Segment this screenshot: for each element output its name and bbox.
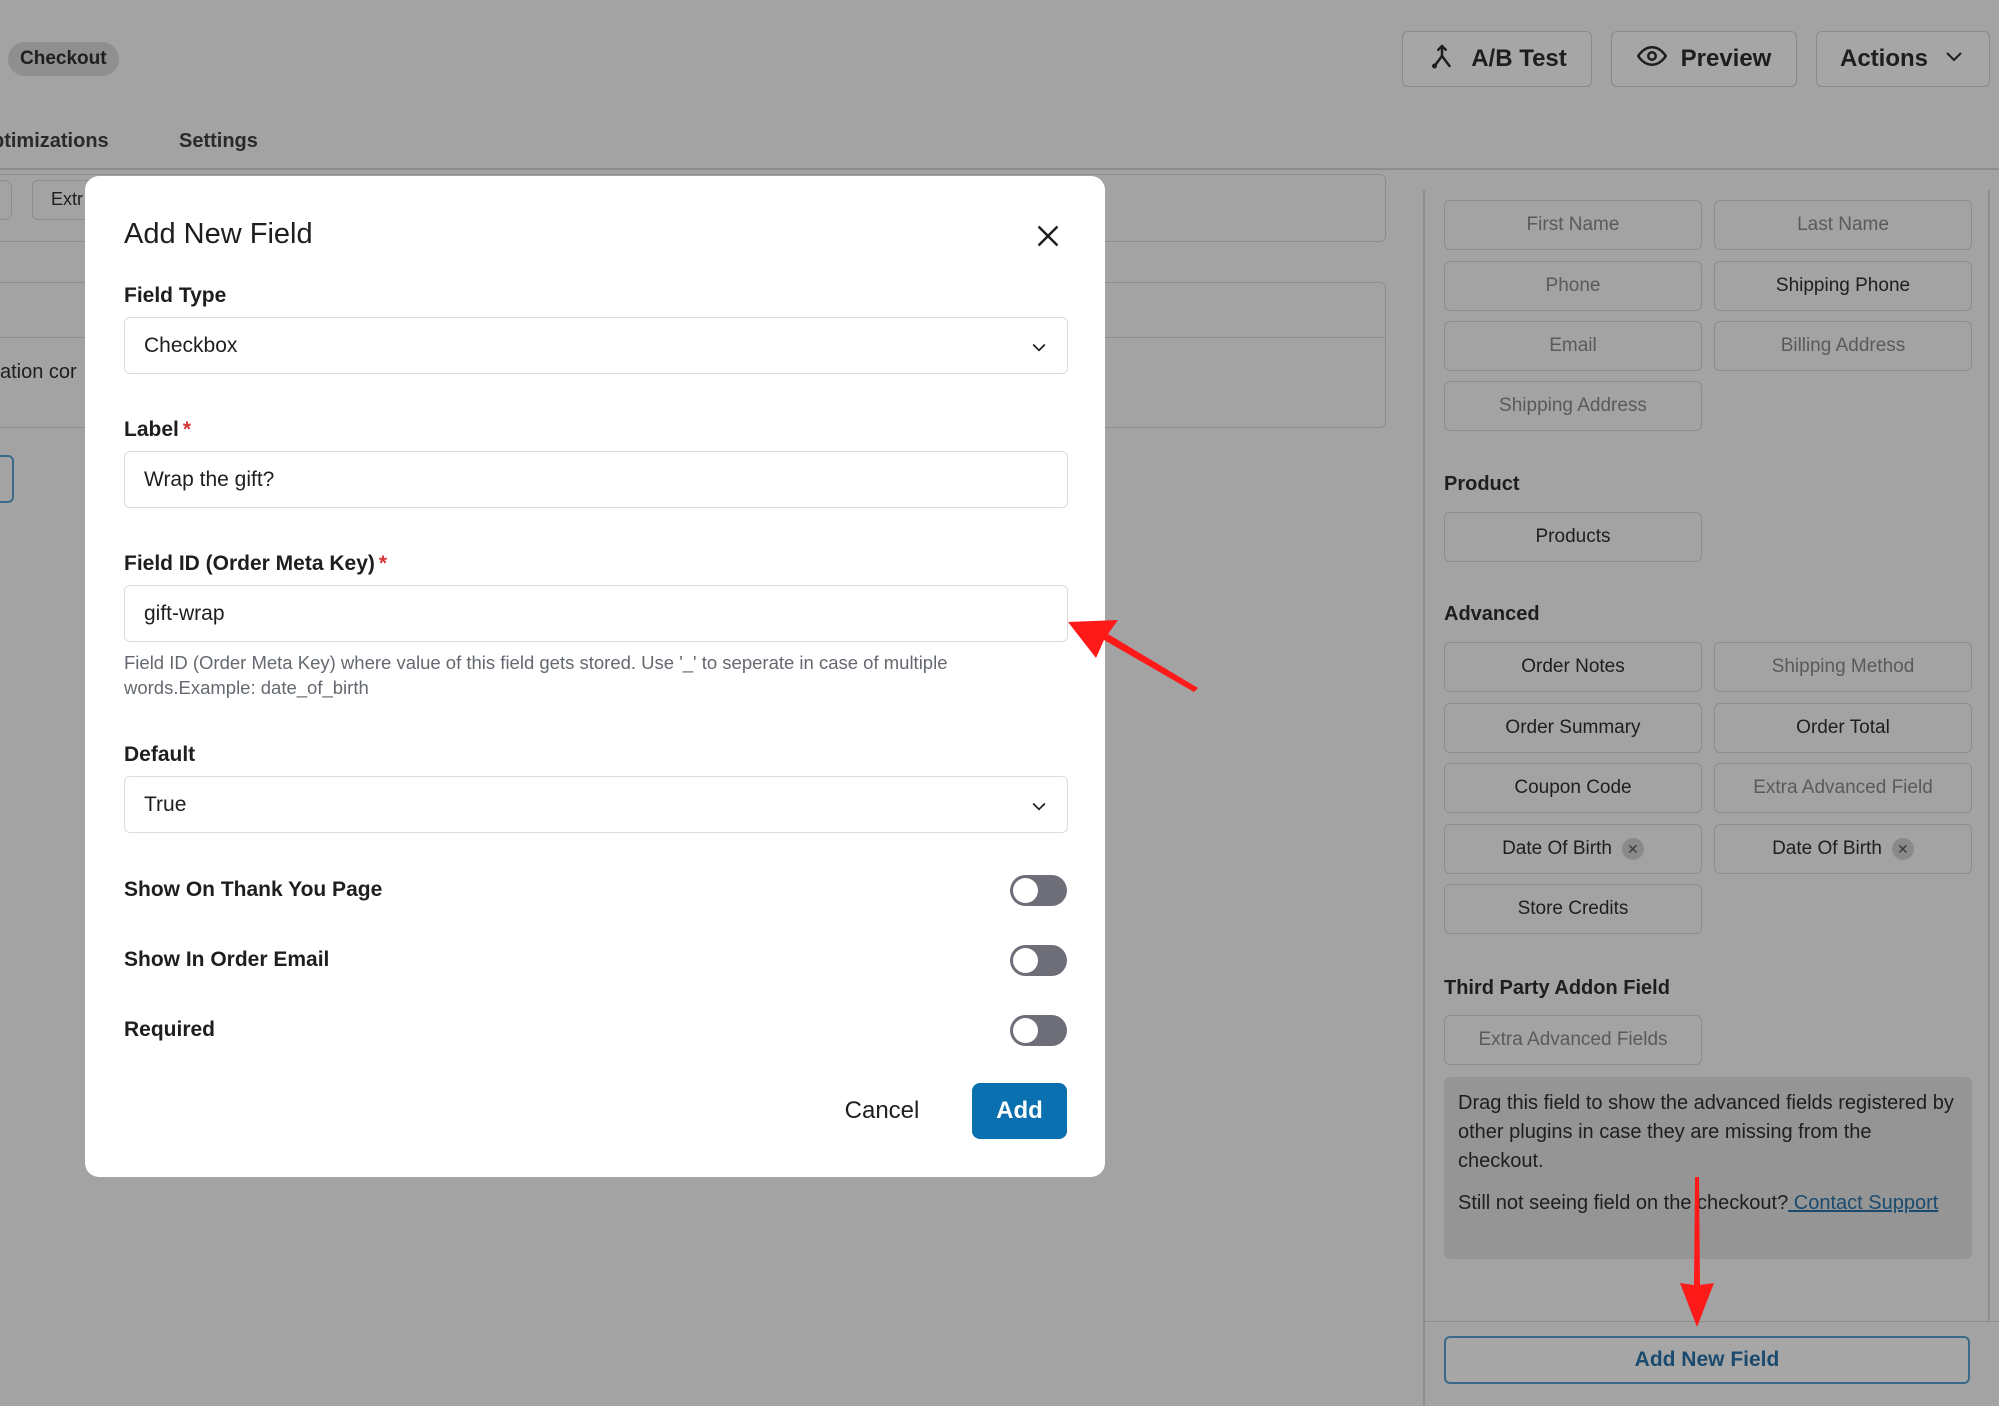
- split-icon: [1427, 41, 1457, 78]
- chevron-down-icon: [1942, 44, 1966, 75]
- field-chip-email[interactable]: Email: [1444, 321, 1702, 371]
- annotation-arrow-icon: [1068, 620, 1198, 692]
- add-button[interactable]: Add: [972, 1083, 1067, 1139]
- info-text: Drag this field to show the advanced fie…: [1458, 1092, 1954, 1172]
- ab-test-label: A/B Test: [1471, 45, 1567, 72]
- ab-test-button[interactable]: A/B Test: [1402, 31, 1592, 87]
- field-chip-order-total[interactable]: Order Total: [1714, 703, 1972, 753]
- chip-label: Billing Address: [1780, 335, 1906, 356]
- chip-label: Extra Advanced Field: [1753, 777, 1933, 798]
- background-button: [0, 455, 14, 503]
- required-marker: *: [182, 418, 192, 441]
- field-chip-date-of-birth[interactable]: Date Of Birth ✕: [1714, 824, 1972, 874]
- background-chip-label: Extr: [51, 189, 84, 209]
- background-chip: [0, 180, 12, 220]
- label-input[interactable]: Wrap the gift?: [124, 451, 1068, 508]
- section-title-third-party: Third Party Addon Field: [1444, 977, 1670, 999]
- field-id-input[interactable]: gift-wrap: [124, 585, 1068, 642]
- field-chip-shipping-address[interactable]: Shipping Address: [1444, 381, 1702, 431]
- label-field-label: Label *: [124, 418, 191, 442]
- tab-optimizations[interactable]: ptimizations: [0, 130, 109, 153]
- tab-settings[interactable]: Settings: [179, 130, 258, 153]
- field-chip-billing-address[interactable]: Billing Address: [1714, 321, 1972, 371]
- order-email-toggle[interactable]: [1010, 945, 1067, 976]
- chip-label: Phone: [1545, 275, 1601, 296]
- chip-label: Email: [1549, 335, 1597, 356]
- chip-label: Shipping Method: [1771, 656, 1915, 677]
- default-label: Default: [124, 743, 196, 766]
- sidebar-scrollbar[interactable]: [1988, 190, 1990, 1321]
- contact-support-link[interactable]: Contact Support: [1788, 1192, 1939, 1214]
- page-tag: Checkout: [8, 42, 119, 76]
- toggle-knob: [1013, 878, 1038, 903]
- chip-label: Extra Advanced Fields: [1478, 1029, 1668, 1050]
- section-title-product: Product: [1444, 473, 1520, 495]
- section-title-advanced: Advanced: [1444, 603, 1540, 625]
- add-new-field-button[interactable]: Add New Field: [1444, 1336, 1970, 1384]
- chip-label: Date Of Birth: [1502, 838, 1612, 859]
- actions-label: Actions: [1839, 45, 1928, 72]
- chevron-down-icon: [1032, 802, 1046, 811]
- required-toggle[interactable]: [1010, 1015, 1067, 1046]
- required-marker: *: [378, 552, 388, 575]
- chip-label: Order Notes: [1521, 656, 1625, 677]
- annotation-arrow-icon: [1680, 1177, 1714, 1327]
- toggle-knob: [1013, 1018, 1038, 1043]
- field-chip-coupon-code[interactable]: Coupon Code: [1444, 763, 1702, 813]
- background-text: ation cor: [0, 361, 77, 383]
- field-chip-date-of-birth[interactable]: Date Of Birth ✕: [1444, 824, 1702, 874]
- field-type-select[interactable]: Checkbox: [124, 317, 1068, 374]
- chip-label: Order Summary: [1505, 717, 1641, 738]
- field-chip-extra-advanced-fields[interactable]: Extra Advanced Fields: [1444, 1015, 1702, 1065]
- field-chip-order-notes[interactable]: Order Notes: [1444, 642, 1702, 692]
- field-chip-order-summary[interactable]: Order Summary: [1444, 703, 1702, 753]
- chip-label: Products: [1535, 526, 1611, 547]
- toggle-label-thank-you: Show On Thank You Page: [124, 878, 383, 901]
- chip-label: Date Of Birth: [1772, 838, 1882, 859]
- field-id-label: Field ID (Order Meta Key) *: [124, 552, 387, 576]
- toggle-knob: [1013, 948, 1038, 973]
- header-divider: [0, 168, 1999, 170]
- field-type-label: Field Type: [124, 284, 227, 307]
- remove-icon[interactable]: ✕: [1621, 838, 1644, 860]
- chip-label: Shipping Phone: [1775, 275, 1911, 296]
- default-select[interactable]: True: [124, 776, 1068, 833]
- field-chip-first-name[interactable]: First Name: [1444, 200, 1702, 250]
- preview-label: Preview: [1680, 45, 1772, 72]
- chip-label: First Name: [1526, 214, 1620, 235]
- remove-icon[interactable]: ✕: [1891, 838, 1914, 860]
- chevron-down-icon: [1032, 343, 1046, 352]
- eye-icon: [1636, 41, 1667, 78]
- modal-title: Add New Field: [124, 218, 313, 250]
- field-chip-phone[interactable]: Phone: [1444, 261, 1702, 311]
- field-id-value: gift-wrap: [144, 602, 225, 625]
- toggle-label-required: Required: [124, 1018, 216, 1041]
- field-chip-products[interactable]: Products: [1444, 512, 1702, 562]
- chip-label: Store Credits: [1517, 898, 1629, 919]
- default-value: True: [144, 793, 187, 816]
- label-field-text: Label: [124, 418, 179, 441]
- actions-dropdown-button[interactable]: Actions: [1816, 31, 1990, 87]
- field-type-value: Checkbox: [144, 334, 238, 357]
- field-chip-store-credits[interactable]: Store Credits: [1444, 884, 1702, 934]
- field-chip-extra-advanced-field[interactable]: Extra Advanced Field: [1714, 763, 1972, 813]
- label-input-value: Wrap the gift?: [144, 468, 275, 491]
- chip-label: Coupon Code: [1514, 777, 1632, 798]
- thank-you-page-toggle[interactable]: [1010, 875, 1067, 906]
- field-chip-shipping-method[interactable]: Shipping Method: [1714, 642, 1972, 692]
- sidebar-divider: [1423, 190, 1425, 1406]
- field-chip-shipping-phone[interactable]: Shipping Phone: [1714, 261, 1972, 311]
- field-chip-last-name[interactable]: Last Name: [1714, 200, 1972, 250]
- preview-button[interactable]: Preview: [1611, 31, 1797, 87]
- chip-label: Last Name: [1797, 214, 1889, 235]
- cancel-button[interactable]: Cancel: [828, 1083, 936, 1139]
- info-support-prefix: Still not seeing field on the checkout?: [1458, 1192, 1789, 1214]
- field-id-help-text: Field ID (Order Meta Key) where value of…: [124, 652, 948, 698]
- close-icon[interactable]: [1033, 221, 1063, 251]
- toggle-label-order-email: Show In Order Email: [124, 948, 330, 971]
- chip-label: Shipping Address: [1499, 395, 1647, 416]
- field-id-text: Field ID (Order Meta Key): [124, 552, 375, 575]
- chip-label: Order Total: [1796, 717, 1890, 738]
